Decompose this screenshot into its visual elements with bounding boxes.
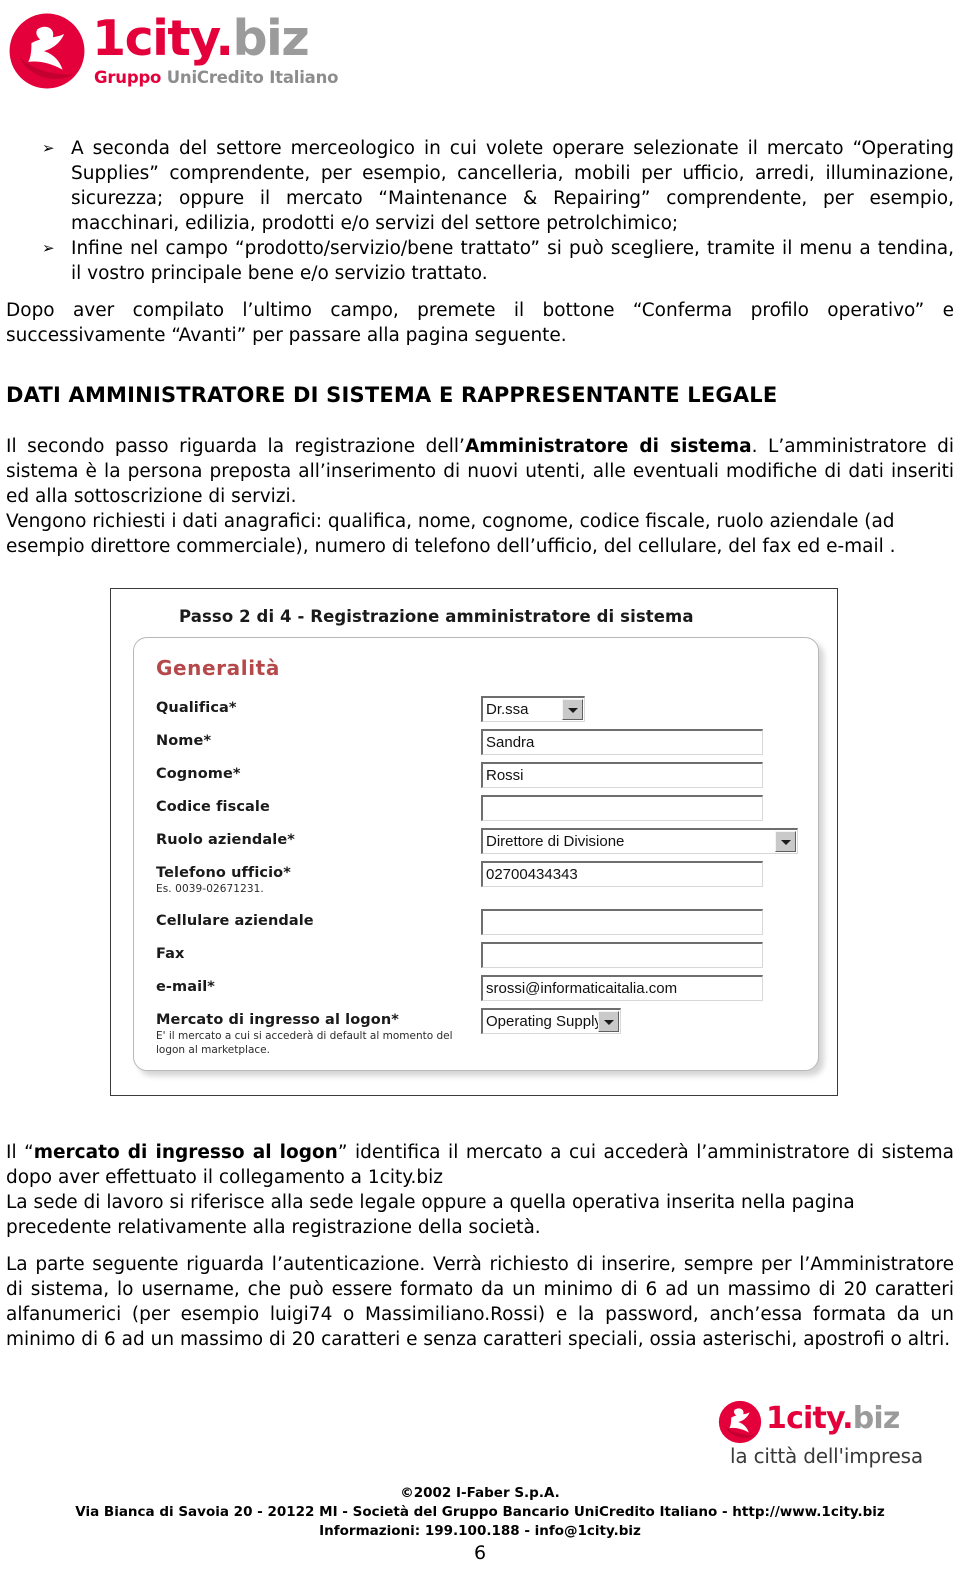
screenshot-step-title: Passo 2 di 4 - Registrazione amministrat… (179, 607, 694, 626)
logo-tagline-unicredito: UniCredito Italiano (166, 68, 339, 87)
form-grid: Qualifica* Dr.ssa Nome* Sandra Cognome* … (156, 696, 806, 1056)
paragraph-autenticazione: La parte seguente riguarda l’autenticazi… (6, 1254, 954, 1350)
label-fax: Fax (156, 946, 185, 962)
input-cognome[interactable]: Rossi (481, 762, 763, 788)
paragraph-mercato-logon: Il “mercato di ingresso al logon” identi… (6, 1140, 954, 1190)
logo-wordmark: 1city.biz (92, 14, 310, 63)
label-qualifica: Qualifica* (156, 700, 237, 716)
hint-telefono-ufficio: Es. 0039-02671231. (156, 883, 264, 895)
form-section-title-generalita: Generalità (156, 656, 280, 680)
select-mercato-logon[interactable]: Operating Supply (481, 1008, 621, 1034)
bullet-item-settore: ➢ A seconda del settore merceologico in … (6, 136, 954, 236)
label-nome: Nome* (156, 733, 212, 749)
bullet-text-prodotto: Infine nel campo “prodotto/servizio/bene… (71, 238, 954, 284)
input-fax[interactable] (481, 942, 763, 968)
bullet-list: ➢ A seconda del settore merceologico in … (6, 136, 954, 286)
footer-address: Via Bianca di Savoia 20 - 20122 MI - Soc… (75, 1504, 885, 1520)
bullet-text-settore: A seconda del settore merceologico in cu… (71, 138, 954, 234)
form-row-qualifica: Qualifica* Dr.ssa (156, 696, 806, 729)
label-ruolo-aziendale: Ruolo aziendale* (156, 832, 295, 848)
select-ruolo-aziendale[interactable]: Direttore di Divisione (481, 828, 798, 854)
chevron-down-icon[interactable] (598, 1011, 619, 1032)
1city-logo-icon (9, 13, 85, 89)
footer-copyright: ©2002 I-Faber S.p.A. (400, 1485, 560, 1501)
1city-logo-icon (718, 1400, 762, 1444)
header-logo: 1city.biz Gruppo UniCredito Italiano (8, 8, 338, 104)
paragraph-admin-intro-part1: Il secondo passo riguarda la registrazio… (6, 436, 465, 457)
form-row-telefono-ufficio: Telefono ufficio* Es. 0039-02671231. 027… (156, 861, 806, 909)
chevron-down-icon[interactable] (562, 699, 583, 720)
footer-logo-wordmark: 1city.biz (766, 1400, 900, 1438)
label-codice-fiscale: Codice fiscale (156, 799, 270, 815)
paragraph-sede-lavoro: La sede di lavoro si riferisce alla sede… (6, 1192, 855, 1238)
logo-text-dot: . (215, 10, 234, 67)
label-mercato-logon: Mercato di ingresso al logon* (156, 1012, 399, 1028)
paragraph-dati-anagrafici: Vengono richiesti i dati anagrafici: qua… (6, 511, 896, 557)
section-heading-dati-amministratore: DATI AMMINISTRATORE DI SISTEMA E RAPPRES… (6, 383, 778, 407)
form-row-mercato-logon: Mercato di ingresso al logon* E' il merc… (156, 1008, 806, 1056)
logo-tagline: Gruppo UniCredito Italiano (94, 68, 338, 87)
input-nome[interactable]: Sandra (481, 729, 763, 755)
label-email: e-mail* (156, 979, 215, 995)
arrow-bullet-icon: ➢ (42, 139, 55, 157)
document-upper-body: ➢ A seconda del settore merceologico in … (6, 136, 954, 559)
footer-logo-text-city: 1city (766, 1401, 843, 1436)
footer-logo-tagline: la città dell'impresa (730, 1444, 923, 1468)
paragraph-mercato-bold: mercato di ingresso al logon (33, 1142, 338, 1163)
paragraph-admin-intro: Il secondo passo riguarda la registrazio… (6, 434, 954, 509)
footer-logo-text-dot: . (842, 1401, 853, 1436)
logo-tagline-gruppo: Gruppo (94, 68, 167, 87)
form-row-codice-fiscale: Codice fiscale (156, 795, 806, 828)
label-cognome: Cognome* (156, 766, 241, 782)
select-mercato-logon-value: Operating Supply (486, 1013, 602, 1030)
paragraph-admin-intro-bold: Amministratore di sistema (464, 436, 752, 457)
footer-logo-text-biz: biz (852, 1401, 901, 1436)
footer-info: Informazioni: 199.100.188 - info@1city.b… (319, 1523, 641, 1539)
embedded-screenshot: Passo 2 di 4 - Registrazione amministrat… (110, 588, 838, 1096)
input-telefono-ufficio[interactable]: 02700434343 (481, 861, 763, 887)
registration-form-panel: Generalità Qualifica* Dr.ssa Nome* Sandr… (133, 637, 819, 1071)
input-email[interactable]: srossi@informaticaitalia.com (481, 975, 763, 1001)
document-lower-body: Il “mercato di ingresso al logon” identi… (6, 1140, 954, 1352)
label-telefono-ufficio: Telefono ufficio* (156, 865, 291, 881)
arrow-bullet-icon: ➢ (42, 239, 55, 257)
input-codice-fiscale[interactable] (481, 795, 763, 821)
input-cellulare-aziendale[interactable] (481, 909, 763, 935)
logo-text-biz: biz (232, 10, 309, 67)
page-number: 6 (473, 1542, 487, 1564)
footer-logo: 1city.biz la città dell'impresa (712, 1398, 952, 1490)
form-row-ruolo-aziendale: Ruolo aziendale* Direttore di Divisione (156, 828, 806, 861)
hint-mercato-logon: E' il mercato a cui si accederà di defau… (156, 1030, 453, 1056)
form-row-nome: Nome* Sandra (156, 729, 806, 762)
footer-text-block: ©2002 I-Faber S.p.A. Via Bianca di Savoi… (0, 1484, 960, 1541)
select-qualifica[interactable]: Dr.ssa (481, 696, 585, 722)
form-row-fax: Fax (156, 942, 806, 975)
paragraph-conferma: Dopo aver compilato l’ultimo campo, prem… (6, 300, 954, 346)
bullet-item-prodotto: ➢ Infine nel campo “prodotto/servizio/be… (6, 236, 954, 286)
logo-text-city: 1city (92, 10, 217, 67)
form-row-cellulare-aziendale: Cellulare aziendale (156, 909, 806, 942)
select-qualifica-value: Dr.ssa (486, 701, 529, 718)
form-row-cognome: Cognome* Rossi (156, 762, 806, 795)
paragraph-mercato-part1: Il “ (6, 1142, 34, 1163)
chevron-down-icon[interactable] (775, 831, 796, 852)
form-row-email: e-mail* srossi@informaticaitalia.com (156, 975, 806, 1008)
label-cellulare-aziendale: Cellulare aziendale (156, 913, 314, 929)
select-ruolo-aziendale-value: Direttore di Divisione (486, 833, 625, 850)
